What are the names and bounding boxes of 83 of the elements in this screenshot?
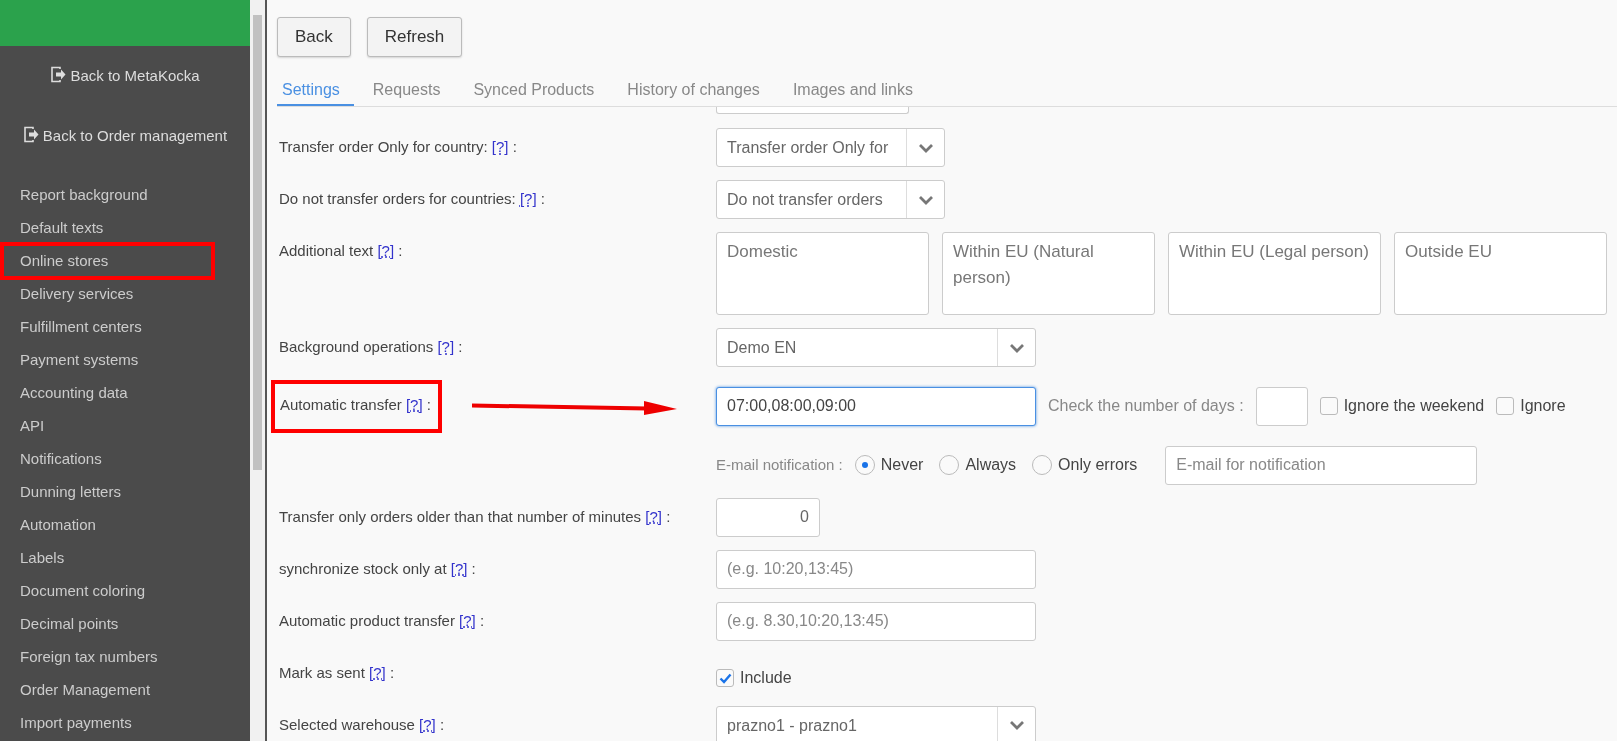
radio-label: Never (880, 455, 924, 475)
sidebar-item[interactable]: Automation (0, 508, 250, 541)
sidebar-item[interactable]: Accounting data (0, 376, 250, 409)
back-link[interactable]: Back to Order management (0, 106, 250, 166)
sidebar-item[interactable]: Document coloring (0, 574, 250, 607)
days-field[interactable] (1255, 386, 1308, 426)
logout-icon (22, 126, 40, 143)
dropdown[interactable]: Demo EN (716, 328, 1036, 367)
help-link[interactable]: [?] (377, 242, 395, 259)
dropdown[interactable]: Transfer order Only for (716, 128, 945, 167)
sidebar-item[interactable]: Delivery services (0, 277, 250, 310)
help-link[interactable]: [?] (419, 715, 436, 733)
dropdown[interactable]: prazno1 - prazno1 (716, 705, 1036, 741)
text-area[interactable]: Within EU (Natural person) (942, 232, 1155, 315)
field-label: Automatic transfer [?] : (280, 395, 431, 415)
chevron-down-icon (917, 194, 934, 205)
help-link[interactable]: [?] (459, 611, 476, 629)
help-link[interactable]: [?] (369, 663, 386, 681)
radio-button[interactable] (1032, 455, 1053, 475)
back-link[interactable]: Back to MetaKocka (0, 46, 250, 106)
tab[interactable]: Settings (277, 74, 354, 106)
tab[interactable]: Images and links (787, 74, 927, 106)
sidebar-item[interactable]: Dunning letters (0, 475, 250, 508)
checkbox[interactable] (716, 669, 734, 687)
checkbox-label: Ignore (1520, 396, 1566, 417)
field-label: Automatic product transfer [?] : (279, 610, 485, 631)
tab[interactable]: Synced Products (468, 74, 609, 106)
sidebar-item[interactable]: API (0, 409, 250, 442)
help-link[interactable]: [?] (437, 338, 455, 356)
sidebar-item[interactable]: Order Management (0, 673, 250, 706)
help-link[interactable]: [?] (405, 396, 423, 413)
time-field[interactable]: 07:00,08:00,09:00 (716, 386, 1036, 426)
text-area[interactable]: Domestic (716, 232, 929, 315)
sidebar-item[interactable]: Labels (0, 541, 250, 574)
help-link[interactable]: [?] (645, 507, 662, 525)
field-label: Check the number of days : (1048, 396, 1244, 417)
sidebar-item[interactable]: Fulfillment centers (0, 310, 250, 343)
field-label: Do not transfer orders for countries: [?] : (279, 189, 545, 210)
tab[interactable]: History of changes (622, 74, 774, 106)
help-link[interactable]: [?] (519, 190, 537, 208)
input-field[interactable]: (e.g. 8.30,10:20,13:45) (716, 601, 1036, 641)
radio-button[interactable] (854, 455, 875, 475)
sidebar-item[interactable]: Report background (0, 178, 250, 211)
scrollbar-thumb[interactable] (253, 15, 262, 470)
chevron-down-icon (917, 142, 934, 153)
field-label: Selected warehouse [?] : (279, 714, 445, 735)
field-label: E-mail notification : (716, 454, 843, 475)
text-area[interactable]: Outside EU (1394, 232, 1607, 315)
checkbox-label: Ignore the weekend (1343, 396, 1485, 417)
sidebar-item[interactable]: Notifications (0, 442, 250, 475)
radio-label: Only errors (1058, 455, 1138, 475)
text-area[interactable]: Within EU (Legal person) (1168, 232, 1381, 315)
toolbar-button[interactable]: Back (277, 17, 351, 57)
field-label: Mark as sent [?] : (279, 662, 395, 683)
dropdown[interactable]: Do not transfer orders (716, 180, 945, 219)
field-label: Transfer only orders older than that number of minutes [?] : (279, 506, 671, 527)
checkbox-label: Include (740, 668, 792, 688)
radio-button[interactable] (939, 455, 960, 475)
chevron-down-icon (1008, 720, 1025, 730)
input-field[interactable]: (e.g. 10:20,13:45) (716, 549, 1036, 589)
field-label: Transfer order Only for country: [?] : (279, 137, 517, 158)
number-field[interactable]: 0 (716, 497, 820, 537)
logout-icon (50, 66, 68, 83)
sidebar-item[interactable]: Default texts (0, 211, 250, 244)
sidebar-item[interactable]: Decimal points (0, 607, 250, 640)
field-label: Background operations [?] : (279, 337, 463, 358)
dropdown[interactable] (716, 107, 909, 114)
sidebar-item[interactable]: Foreign tax numbers (0, 640, 250, 673)
chevron-down-icon (1008, 342, 1025, 353)
sidebar-item[interactable]: Online stores (0, 244, 250, 277)
scrollbar[interactable] (250, 0, 265, 741)
field-label: Additional text [?] : (279, 241, 403, 261)
email-field[interactable]: E-mail for notification (1165, 445, 1478, 485)
sidebar-item[interactable]: Import payments (0, 706, 250, 739)
help-link[interactable]: [?] (450, 559, 468, 577)
toolbar-button[interactable]: Refresh (366, 17, 463, 57)
radio-label: Always (965, 455, 1017, 475)
help-link[interactable]: [?] (491, 138, 509, 156)
checkbox[interactable] (1319, 397, 1338, 416)
tab[interactable]: Requests (367, 74, 455, 106)
field-label: synchronize stock only at [?] : (279, 558, 476, 579)
sidebar-item[interactable]: Payment systems (0, 343, 250, 376)
checkbox[interactable] (1496, 397, 1515, 416)
